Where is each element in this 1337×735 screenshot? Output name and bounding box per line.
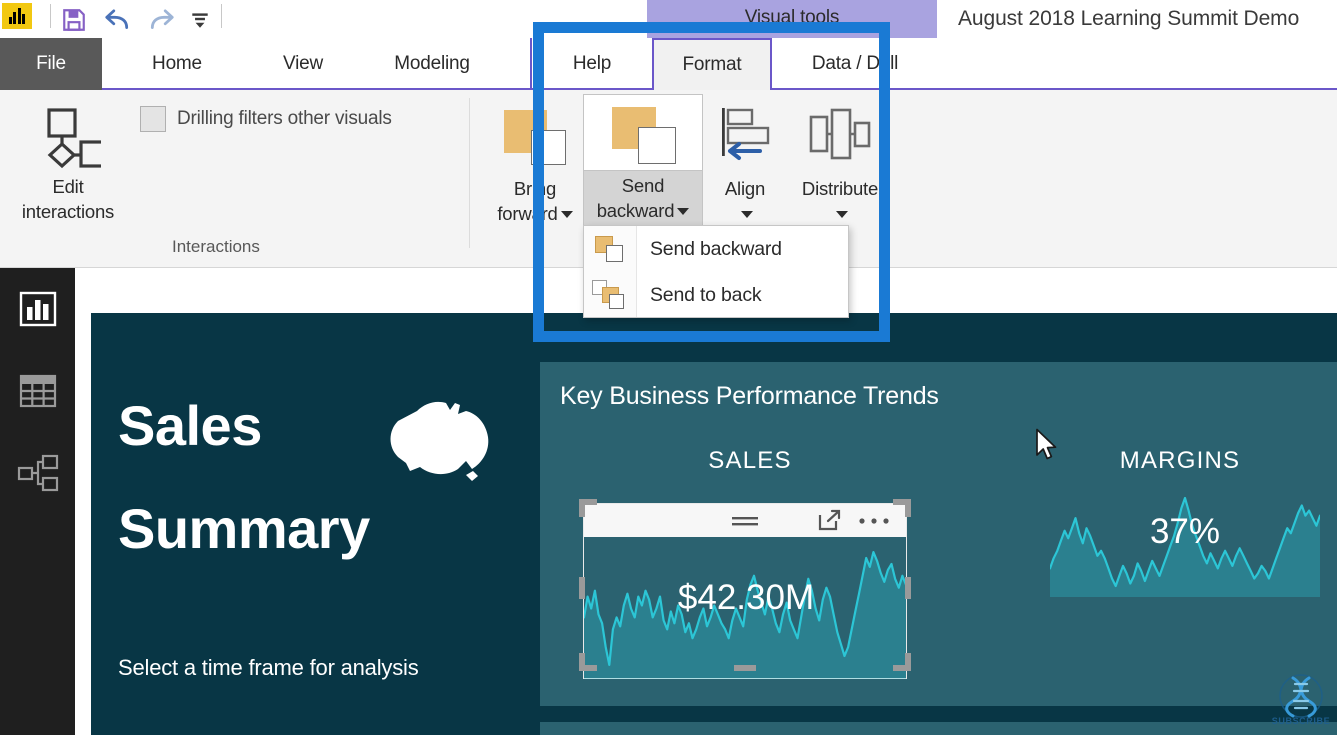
dna-helix-icon: [1279, 674, 1323, 718]
send-backward-dropdown-menu: Send backward Send to back: [583, 225, 849, 318]
bring-forward-label-line1: Bring: [513, 178, 557, 199]
report-page: Sales Summary Select a time frame for an…: [91, 313, 1337, 735]
trends-panel-title: Key Business Performance Trends: [560, 382, 939, 410]
distribute-icon: [805, 98, 875, 176]
focus-mode-icon[interactable]: [812, 504, 848, 537]
filter-menu-icon[interactable]: [724, 504, 766, 537]
lower-panel: [540, 722, 1337, 735]
menu-item-send-to-back-label: Send to back: [650, 283, 762, 306]
hero-subtitle: Select a time frame for analysis: [118, 655, 419, 680]
contextual-tab-group-label: Visual tools: [744, 7, 840, 28]
subscribe-watermark: SUBSCRIBE: [1265, 672, 1337, 735]
relationships-icon: [17, 453, 59, 498]
kpi-label-sales: SALES: [708, 447, 792, 474]
report-canvas-area: Sales Summary Select a time frame for an…: [75, 268, 1337, 735]
bring-forward-caret-icon[interactable]: [560, 210, 573, 218]
mouse-cursor: [1035, 428, 1059, 467]
page-title-line2: Summary: [118, 497, 370, 560]
contextual-tab-group-header: Visual tools: [647, 0, 937, 38]
kpi-label-margins: MARGINS: [1119, 447, 1241, 474]
resize-handle-bl-v[interactable]: [579, 653, 585, 671]
bring-forward-icon: [499, 98, 571, 176]
send-backward-caret-icon[interactable]: [677, 207, 690, 215]
send-backward-label-line2: backward: [584, 198, 702, 223]
table-icon: [18, 372, 58, 415]
more-options-icon[interactable]: [852, 504, 896, 537]
drilling-filters-checkbox-row[interactable]: Drilling filters other visuals: [140, 106, 392, 132]
distribute-label: Distribute: [801, 178, 879, 199]
send-backward-icon: [583, 94, 703, 170]
watermark-label: SUBSCRIBE: [1271, 716, 1331, 726]
ribbon-tab-bar: File Home View Modeling Help Format Data…: [0, 38, 1337, 92]
drilling-filters-label: Drilling filters other visuals: [177, 108, 392, 129]
ribbon-group-divider-1: [469, 98, 470, 248]
resize-handle-tl-v[interactable]: [579, 499, 585, 517]
tab-modeling[interactable]: Modeling: [368, 38, 496, 90]
send-backward-label-line1: Send: [621, 175, 665, 196]
resize-handle-br-v[interactable]: [905, 653, 911, 671]
edit-interactions-button[interactable]: Edit interactions: [18, 102, 118, 224]
customize-quick-access-icon[interactable]: [183, 4, 217, 36]
visual-header: [584, 504, 906, 537]
hero-block: Sales Summary Select a time frame for an…: [91, 313, 541, 735]
power-bi-desktop-window: August 2018 Learning Summit Demo Visual …: [0, 0, 1337, 735]
tab-help[interactable]: Help: [530, 38, 652, 90]
drilling-filters-checkbox[interactable]: [140, 106, 166, 132]
tab-data-drill[interactable]: Data / Drill: [774, 38, 936, 90]
align-caret-icon[interactable]: [740, 210, 753, 218]
kpi-value-sales: $42.30M: [677, 578, 815, 617]
send-backward-icon: [584, 226, 637, 272]
edit-interactions-label-line1: Edit: [52, 176, 84, 197]
window-title: August 2018 Learning Summit Demo: [958, 7, 1300, 30]
toolbar-divider-2: [221, 4, 222, 28]
resize-handle-bottom[interactable]: [734, 665, 756, 671]
toolbar-divider-1: [50, 4, 51, 28]
power-bi-icon[interactable]: [2, 3, 32, 29]
bar-chart-icon: [18, 290, 58, 333]
sidebar-item-data-view[interactable]: [0, 362, 75, 424]
align-icon: [712, 98, 778, 176]
tab-file[interactable]: File: [0, 38, 102, 90]
kpi-value-margins: 37%: [1149, 512, 1221, 551]
interactions-group-label: Interactions: [172, 237, 260, 256]
resize-handle-right[interactable]: [905, 577, 911, 599]
tab-format[interactable]: Format: [652, 38, 772, 92]
tab-view[interactable]: View: [250, 38, 356, 90]
australia-map-icon: [380, 399, 496, 489]
send-backward-button[interactable]: Send backward: [583, 94, 703, 230]
resize-handle-tr-v[interactable]: [905, 499, 911, 517]
menu-item-send-to-back[interactable]: Send to back: [584, 272, 848, 318]
resize-handle-left[interactable]: [579, 577, 585, 599]
distribute-caret-icon[interactable]: [835, 210, 848, 218]
menu-item-send-backward-label: Send backward: [650, 237, 782, 260]
edit-interactions-icon: [35, 102, 101, 174]
sidebar-item-report-view[interactable]: [0, 280, 75, 342]
edit-interactions-label-line2: interactions: [21, 201, 115, 222]
undo-icon[interactable]: [100, 4, 134, 36]
view-switcher-rail: [0, 268, 75, 735]
sales-card-visual[interactable]: $42.30M: [583, 503, 907, 679]
send-to-back-icon: [584, 272, 637, 318]
align-label: Align: [724, 178, 766, 199]
distribute-button[interactable]: Distribute: [789, 98, 891, 226]
save-icon[interactable]: [57, 4, 91, 36]
redo-icon[interactable]: [145, 4, 179, 36]
sidebar-item-model-view[interactable]: [0, 444, 75, 506]
bring-forward-button[interactable]: Bring forward: [483, 98, 587, 226]
bring-forward-label-line2: forward: [497, 201, 573, 226]
tab-home[interactable]: Home: [124, 38, 230, 90]
align-button[interactable]: Align: [706, 98, 784, 226]
menu-item-send-backward[interactable]: Send backward: [584, 226, 848, 272]
